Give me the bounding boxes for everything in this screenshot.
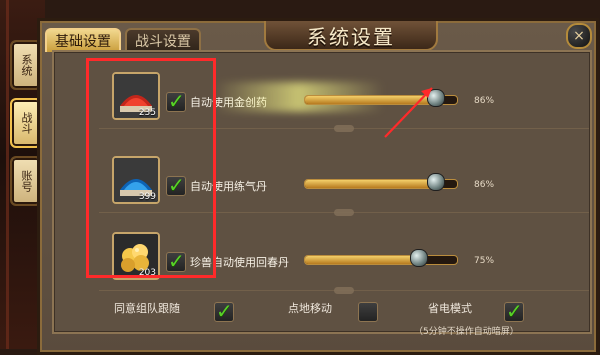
threshold-percent: 86% xyxy=(474,180,495,190)
threshold-slider-fill xyxy=(305,180,436,188)
section-divider xyxy=(99,287,589,294)
power-save-note: （5分钟不操作自动暗屏） xyxy=(414,327,519,337)
tap-move-checkbox[interactable] xyxy=(358,302,378,322)
threshold-slider-fill xyxy=(305,256,419,264)
threshold-percent: 75% xyxy=(474,256,495,266)
close-icon: × xyxy=(573,28,585,44)
team-follow-checkbox[interactable]: ✓ xyxy=(214,299,234,323)
power-save-checkbox[interactable]: ✓ xyxy=(504,299,524,323)
threshold-slider-knob[interactable] xyxy=(410,249,428,267)
option-label: 点地移动 xyxy=(288,302,332,315)
checkmark-icon: ✓ xyxy=(216,299,233,323)
bottom-options: 同意组队跟随 ✓ 点地移动 省电模式 ✓ （5分钟不操作自动暗屏） xyxy=(52,292,588,348)
tab-basic-settings[interactable]: 基础设置 xyxy=(45,28,121,52)
option-label: 省电模式 xyxy=(428,302,472,315)
checkmark-icon: ✓ xyxy=(506,299,523,323)
option-label: 同意组队跟随 xyxy=(114,302,180,315)
threshold-slider-track[interactable] xyxy=(304,255,458,265)
annotation-highlight-box xyxy=(86,58,216,278)
threshold-slider-fill xyxy=(305,96,436,104)
threshold-slider-knob[interactable] xyxy=(426,173,445,191)
threshold-slider-knob[interactable] xyxy=(426,89,445,107)
tab-battle-settings[interactable]: 战斗设置 xyxy=(125,28,201,52)
window-title: 系统设置 xyxy=(264,21,438,51)
threshold-percent: 86% xyxy=(474,96,495,106)
settings-tabs: 基础设置 战斗设置 xyxy=(45,28,201,52)
close-button[interactable]: × xyxy=(566,23,592,49)
